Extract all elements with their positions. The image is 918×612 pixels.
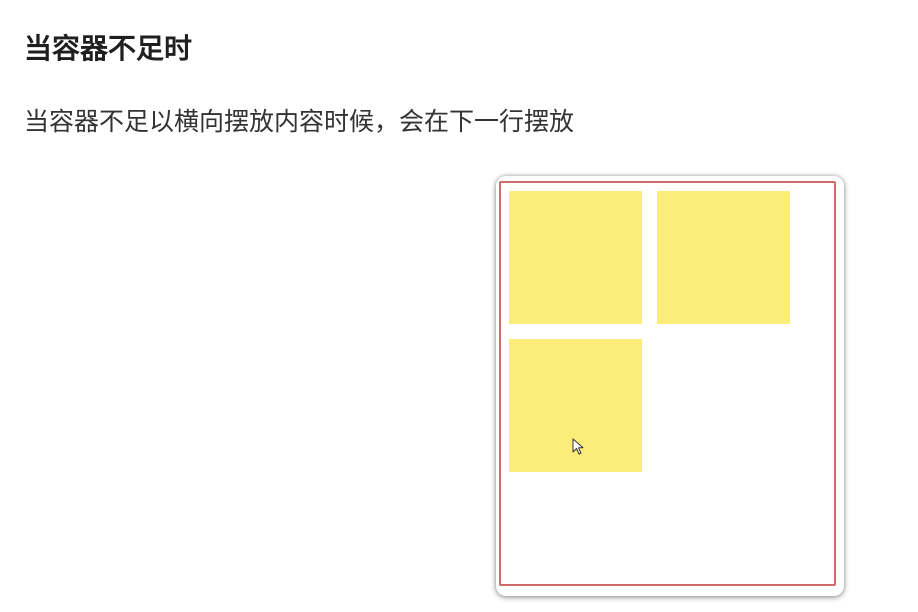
mouse-pointer-icon — [572, 438, 584, 455]
flex-item-2 — [657, 191, 790, 324]
section-heading: 当容器不足时 — [24, 32, 193, 65]
flex-container — [499, 181, 836, 586]
demo-card — [496, 176, 844, 596]
slide-page: 当容器不足时 当容器不足以横向摆放内容时候，会在下一行摆放 — [0, 0, 918, 612]
flex-item-1 — [509, 191, 642, 324]
description-text: 当容器不足以横向摆放内容时候，会在下一行摆放 — [24, 107, 575, 136]
